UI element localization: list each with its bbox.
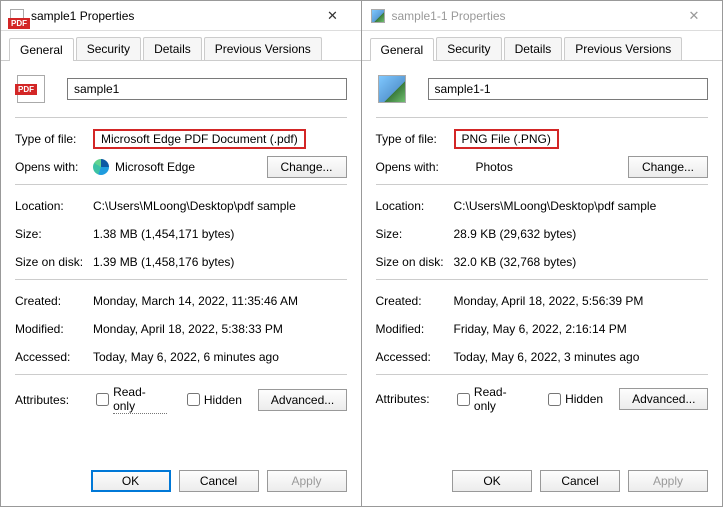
- created-value: Monday, March 14, 2022, 11:35:46 AM: [93, 294, 347, 308]
- location-label: Location:: [15, 199, 93, 213]
- size-on-disk-value: 32.0 KB (32,768 bytes): [454, 255, 709, 269]
- dialog-footer: OK Cancel Apply: [362, 460, 723, 506]
- hidden-checkbox[interactable]: Hidden: [183, 390, 242, 409]
- type-of-file-value: Microsoft Edge PDF Document (.pdf): [93, 129, 306, 149]
- opens-with-label: Opens with:: [376, 160, 454, 174]
- titlebar: sample1 Properties ✕: [1, 1, 361, 31]
- change-button[interactable]: Change...: [267, 156, 347, 178]
- location-label: Location:: [376, 199, 454, 213]
- type-of-file-label: Type of file:: [15, 132, 93, 146]
- opens-with-label: Opens with:: [15, 160, 93, 174]
- accessed-value: Today, May 6, 2022, 6 minutes ago: [93, 350, 347, 364]
- apply-button[interactable]: Apply: [628, 470, 708, 492]
- modified-value: Monday, April 18, 2022, 5:38:33 PM: [93, 322, 347, 336]
- size-on-disk-value: 1.39 MB (1,458,176 bytes): [93, 255, 347, 269]
- opens-with-value: Microsoft Edge: [115, 160, 195, 174]
- tab-details[interactable]: Details: [504, 37, 563, 60]
- tab-security[interactable]: Security: [76, 37, 141, 60]
- cancel-button[interactable]: Cancel: [179, 470, 259, 492]
- readonly-checkbox[interactable]: Read-only: [453, 385, 528, 413]
- accessed-label: Accessed:: [15, 350, 93, 364]
- created-value: Monday, April 18, 2022, 5:56:39 PM: [454, 294, 709, 308]
- cancel-button[interactable]: Cancel: [540, 470, 620, 492]
- tab-content: Type of file: Microsoft Edge PDF Documen…: [1, 61, 361, 460]
- type-of-file-value: PNG File (.PNG): [454, 129, 559, 149]
- hidden-checkbox[interactable]: Hidden: [544, 390, 603, 409]
- tab-previous-versions[interactable]: Previous Versions: [204, 37, 322, 60]
- attributes-label: Attributes:: [376, 392, 453, 406]
- size-label: Size:: [376, 227, 454, 241]
- filename-input[interactable]: [67, 78, 347, 100]
- tab-details[interactable]: Details: [143, 37, 202, 60]
- window-title: sample1 Properties: [31, 9, 313, 23]
- file-type-icon: [15, 73, 47, 105]
- tab-general[interactable]: General: [9, 38, 74, 61]
- advanced-button[interactable]: Advanced...: [258, 389, 347, 411]
- attributes-label: Attributes:: [15, 393, 92, 407]
- modified-value: Friday, May 6, 2022, 2:16:14 PM: [454, 322, 709, 336]
- close-icon[interactable]: ✕: [674, 8, 714, 24]
- properties-dialog-right: sample1-1 Properties ✕ General Security …: [362, 0, 723, 507]
- size-on-disk-label: Size on disk:: [15, 255, 93, 269]
- modified-label: Modified:: [15, 322, 93, 336]
- ok-button[interactable]: OK: [91, 470, 171, 492]
- tab-security[interactable]: Security: [436, 37, 501, 60]
- readonly-checkbox[interactable]: Read-only: [92, 385, 167, 414]
- dialog-footer: OK Cancel Apply: [1, 460, 361, 506]
- size-label: Size:: [15, 227, 93, 241]
- tab-previous-versions[interactable]: Previous Versions: [564, 37, 682, 60]
- size-on-disk-label: Size on disk:: [376, 255, 454, 269]
- size-value: 28.9 KB (29,632 bytes): [454, 227, 709, 241]
- ok-button[interactable]: OK: [452, 470, 532, 492]
- filename-input[interactable]: [428, 78, 709, 100]
- accessed-value: Today, May 6, 2022, 3 minutes ago: [454, 350, 709, 364]
- advanced-button[interactable]: Advanced...: [619, 388, 708, 410]
- created-label: Created:: [376, 294, 454, 308]
- opens-with-value: Photos: [476, 160, 513, 174]
- location-value: C:\Users\MLoong\Desktop\pdf sample: [93, 199, 347, 213]
- tab-content: Type of file: PNG File (.PNG) Opens with…: [362, 61, 723, 460]
- type-of-file-label: Type of file:: [376, 132, 454, 146]
- window-icon: [370, 8, 386, 24]
- modified-label: Modified:: [376, 322, 454, 336]
- tab-general[interactable]: General: [370, 38, 435, 61]
- edge-icon: [93, 159, 109, 175]
- file-type-icon: [376, 73, 408, 105]
- tab-bar: General Security Details Previous Versio…: [362, 31, 723, 61]
- tab-bar: General Security Details Previous Versio…: [1, 31, 361, 61]
- window-icon: [9, 8, 25, 24]
- created-label: Created:: [15, 294, 93, 308]
- apply-button[interactable]: Apply: [267, 470, 347, 492]
- close-icon[interactable]: ✕: [313, 8, 353, 24]
- accessed-label: Accessed:: [376, 350, 454, 364]
- size-value: 1.38 MB (1,454,171 bytes): [93, 227, 347, 241]
- photos-icon: [454, 159, 470, 175]
- titlebar: sample1-1 Properties ✕: [362, 1, 723, 31]
- window-title: sample1-1 Properties: [392, 9, 675, 23]
- properties-dialog-left: sample1 Properties ✕ General Security De…: [0, 0, 362, 507]
- change-button[interactable]: Change...: [628, 156, 708, 178]
- location-value: C:\Users\MLoong\Desktop\pdf sample: [454, 199, 709, 213]
